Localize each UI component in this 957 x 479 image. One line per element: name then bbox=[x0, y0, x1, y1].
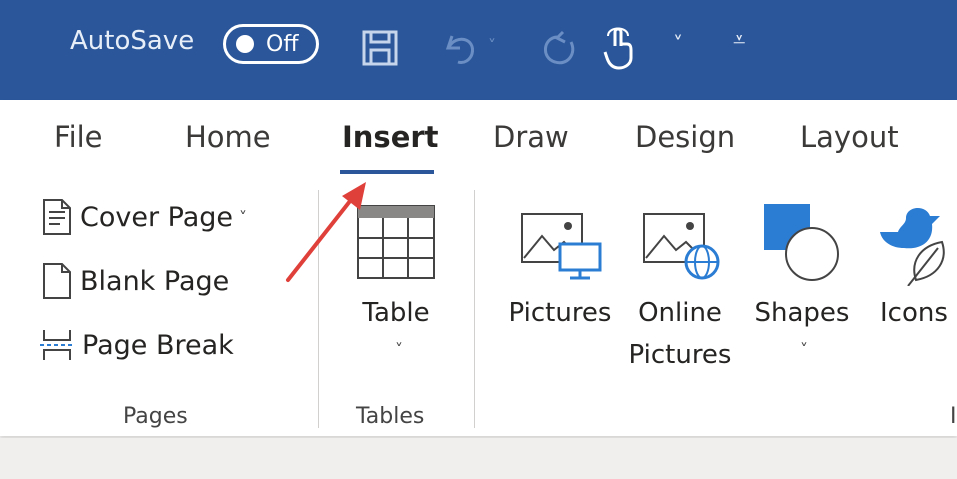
dropdown-icon[interactable]: ˅ bbox=[673, 32, 683, 56]
page-break-label: Page Break bbox=[82, 329, 234, 361]
tab-file[interactable]: File bbox=[54, 120, 103, 154]
shapes-icon[interactable] bbox=[760, 200, 844, 286]
undo-dropdown-icon[interactable]: ˅ bbox=[488, 36, 496, 55]
title-bar: AutoSave Off ˅ ˅ ⩡ bbox=[0, 0, 957, 100]
cover-page-label: Cover Page bbox=[80, 201, 234, 233]
page-break-icon bbox=[40, 330, 74, 360]
tab-draw[interactable]: Draw bbox=[493, 120, 569, 154]
chevron-down-icon: ˅ bbox=[239, 207, 248, 227]
active-tab-indicator bbox=[340, 170, 434, 174]
blank-page-label: Blank Page bbox=[80, 265, 230, 297]
save-icon[interactable] bbox=[360, 28, 400, 68]
shapes-label[interactable]: Shapes bbox=[742, 298, 862, 328]
page-break-button[interactable]: Page Break bbox=[38, 326, 234, 364]
annotation-arrow bbox=[286, 182, 366, 282]
autosave-state: Off bbox=[266, 31, 299, 57]
pictures-label[interactable]: Pictures bbox=[500, 298, 620, 328]
cover-page-button[interactable]: Cover Page ˅ bbox=[40, 198, 247, 236]
tab-layout[interactable]: Layout bbox=[800, 120, 899, 154]
tab-design[interactable]: Design bbox=[635, 120, 735, 154]
table-button-label[interactable]: Table bbox=[356, 298, 436, 328]
tab-home[interactable]: Home bbox=[185, 120, 271, 154]
online-pictures-label-line2[interactable]: Pictures bbox=[620, 340, 740, 370]
blank-page-icon bbox=[43, 263, 71, 299]
undo-icon[interactable] bbox=[440, 26, 484, 70]
shapes-chevron-down-icon[interactable]: ˅ bbox=[800, 340, 808, 359]
online-pictures-label-line1[interactable]: Online bbox=[620, 298, 740, 328]
pictures-icon[interactable] bbox=[520, 208, 604, 284]
icons-label[interactable]: Icons bbox=[880, 298, 957, 328]
toggle-knob bbox=[236, 35, 254, 53]
touch-mode-icon[interactable] bbox=[600, 24, 640, 72]
redo-icon[interactable] bbox=[535, 24, 581, 70]
tab-insert[interactable]: Insert bbox=[342, 120, 439, 154]
group-separator bbox=[474, 190, 475, 428]
tables-group-label: Tables bbox=[356, 404, 425, 429]
autosave-label: AutoSave bbox=[70, 26, 195, 56]
illustrations-group-label: I bbox=[950, 404, 957, 429]
table-chevron-down-icon[interactable]: ˅ bbox=[395, 340, 403, 359]
customize-qat-icon[interactable]: ⩡ bbox=[733, 28, 745, 53]
blank-page-button[interactable]: Blank Page bbox=[40, 262, 229, 300]
document-area bbox=[0, 438, 957, 479]
pages-group-label: Pages bbox=[123, 404, 188, 429]
cover-page-icon bbox=[43, 199, 71, 235]
online-pictures-icon[interactable] bbox=[642, 208, 726, 284]
icons-icon[interactable] bbox=[876, 202, 957, 286]
autosave-toggle[interactable]: Off bbox=[223, 24, 319, 64]
